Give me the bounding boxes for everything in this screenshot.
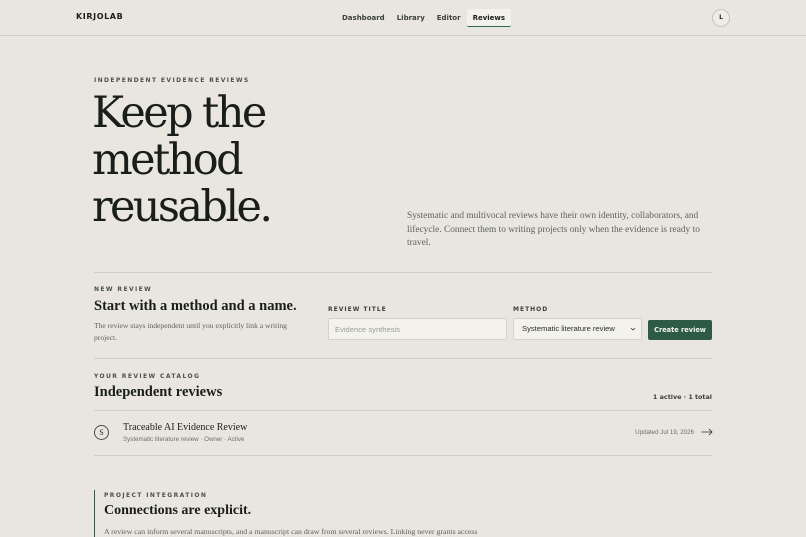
review-initial-badge: S	[94, 425, 109, 440]
hero-title-line-2: method	[92, 135, 244, 185]
new-review-title: Start with a method and a name.	[94, 298, 297, 314]
divider	[94, 410, 712, 411]
integration-text: A review can inform several manuscripts,…	[104, 527, 478, 536]
hero-title: Keep the method reusable.	[92, 90, 352, 231]
method-select[interactable]: Systematic literature review	[513, 318, 642, 340]
divider	[94, 455, 712, 456]
new-review-eyebrow: NEW REVIEW	[94, 286, 153, 293]
create-review-button[interactable]: Create review	[648, 320, 712, 340]
catalog-eyebrow: YOUR REVIEW CATALOG	[94, 373, 201, 380]
divider	[94, 272, 712, 273]
method-selected-value: Systematic literature review	[522, 324, 615, 333]
integration-eyebrow: PROJECT INTEGRATION	[104, 492, 208, 499]
integration-title: Connections are explicit.	[104, 503, 252, 518]
review-list-item[interactable]: S Traceable AI Evidence Review Systemati…	[94, 412, 713, 455]
review-title-input[interactable]	[328, 318, 507, 340]
nav-editor[interactable]: Editor	[431, 9, 467, 27]
review-count: 1 active · 1 total	[652, 393, 712, 401]
main-nav: Dashboard Library Editor Reviews	[336, 9, 512, 27]
new-review-description: The review stays independent until you e…	[94, 321, 287, 342]
review-meta: Systematic literature review · Owner · A…	[123, 436, 245, 443]
chevron-down-icon	[630, 327, 636, 331]
nav-dashboard[interactable]: Dashboard	[336, 9, 391, 27]
nav-reviews[interactable]: Reviews	[466, 9, 512, 27]
catalog-title: Independent reviews	[94, 384, 223, 400]
review-title-label: REVIEW TITLE	[328, 306, 387, 313]
user-avatar[interactable]: L	[712, 9, 730, 27]
divider	[94, 358, 712, 359]
top-bar: KIRJOLAB Dashboard Library Editor Review…	[0, 0, 806, 36]
brand-logo[interactable]: KIRJOLAB	[76, 12, 123, 21]
hero-lede: Systematic and multivocal reviews have t…	[407, 211, 700, 248]
hero-title-line-3: reusable.	[92, 182, 273, 232]
hero-eyebrow: INDEPENDENT EVIDENCE REVIEWS	[94, 77, 250, 84]
nav-library[interactable]: Library	[391, 9, 431, 27]
review-updated: Updated Jul 19, 2026	[635, 429, 694, 436]
method-label: METHOD	[513, 306, 549, 313]
review-name[interactable]: Traceable AI Evidence Review	[123, 422, 247, 433]
hero-title-line-1: Keep the	[92, 88, 267, 138]
arrow-right-icon[interactable]	[701, 428, 713, 436]
